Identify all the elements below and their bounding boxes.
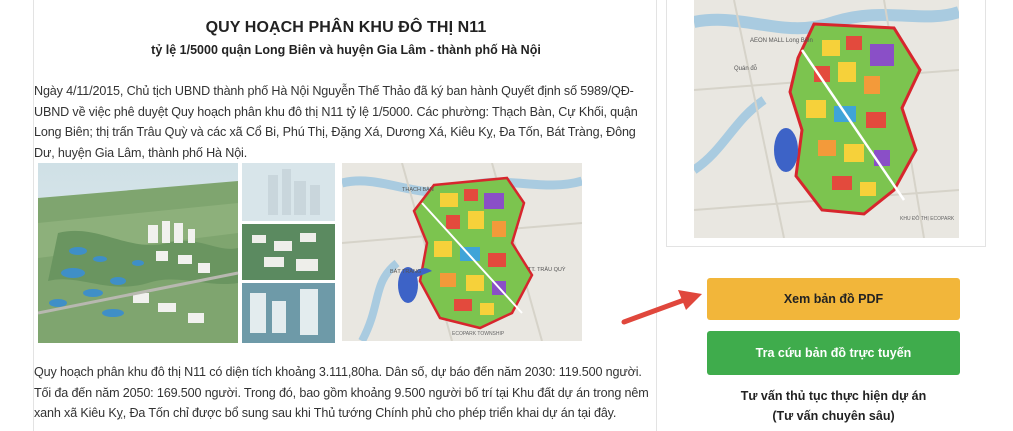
sidebar-map-label-ecopark: KHU ĐÔ THỊ ECOPARK	[900, 215, 955, 222]
sidebar-map-image[interactable]: AEON MALL Long Biên Quán đỗ KHU ĐÔ THỊ E…	[694, 0, 959, 238]
planning-map-image: THẠCH BÀN TT. TRÂU QUỲ BÁT TRÀNG ECOPARK…	[342, 163, 582, 341]
consulting-link[interactable]: Tư vấn thủ tục thực hiện dự án (Tư vấn c…	[707, 386, 960, 426]
intro-paragraph: Ngày 4/11/2015, Chủ tịch UBND thành phố …	[34, 84, 638, 160]
article-column: QUY HOẠCH PHÂN KHU ĐÔ THỊ N11 tỷ lệ 1/50…	[33, 0, 657, 431]
view-pdf-map-button[interactable]: Xem bản đồ PDF	[707, 278, 960, 320]
map-label-thach-ban: THẠCH BÀN	[402, 186, 434, 193]
sidebar: AEON MALL Long Biên Quán đỗ KHU ĐÔ THỊ E…	[666, 0, 988, 431]
article-subtitle: tỷ lệ 1/5000 quận Long Biên và huyện Gia…	[151, 43, 541, 57]
sidebar-map-label-quan-do: Quán đỗ	[734, 65, 758, 72]
article-title: QUY HOẠCH PHÂN KHU ĐÔ THỊ N11	[205, 19, 487, 36]
sidebar-map-label-aeon: AEON MALL Long Biên	[750, 38, 813, 44]
online-map-lookup-button[interactable]: Tra cứu bản đồ trực tuyến	[707, 331, 960, 375]
map-label-bat-trang: BÁT TRÀNG	[390, 268, 421, 275]
consulting-line-2: (Tư vấn chuyên sâu)	[772, 409, 895, 423]
sidebar-map-box: AEON MALL Long Biên Quán đỗ KHU ĐÔ THỊ E…	[666, 0, 986, 247]
urban-render-image	[38, 163, 335, 343]
map-label-trau-quy: TT. TRÂU QUỲ	[528, 266, 566, 273]
map-label-ecopark: ECOPARK TOWNSHIP	[452, 331, 505, 337]
population-paragraph: Quy hoạch phân khu đô thị N11 có diện tí…	[34, 365, 649, 420]
pointer-arrow-icon	[621, 290, 702, 325]
consulting-line-1: Tư vấn thủ tục thực hiện dự án	[740, 389, 927, 403]
